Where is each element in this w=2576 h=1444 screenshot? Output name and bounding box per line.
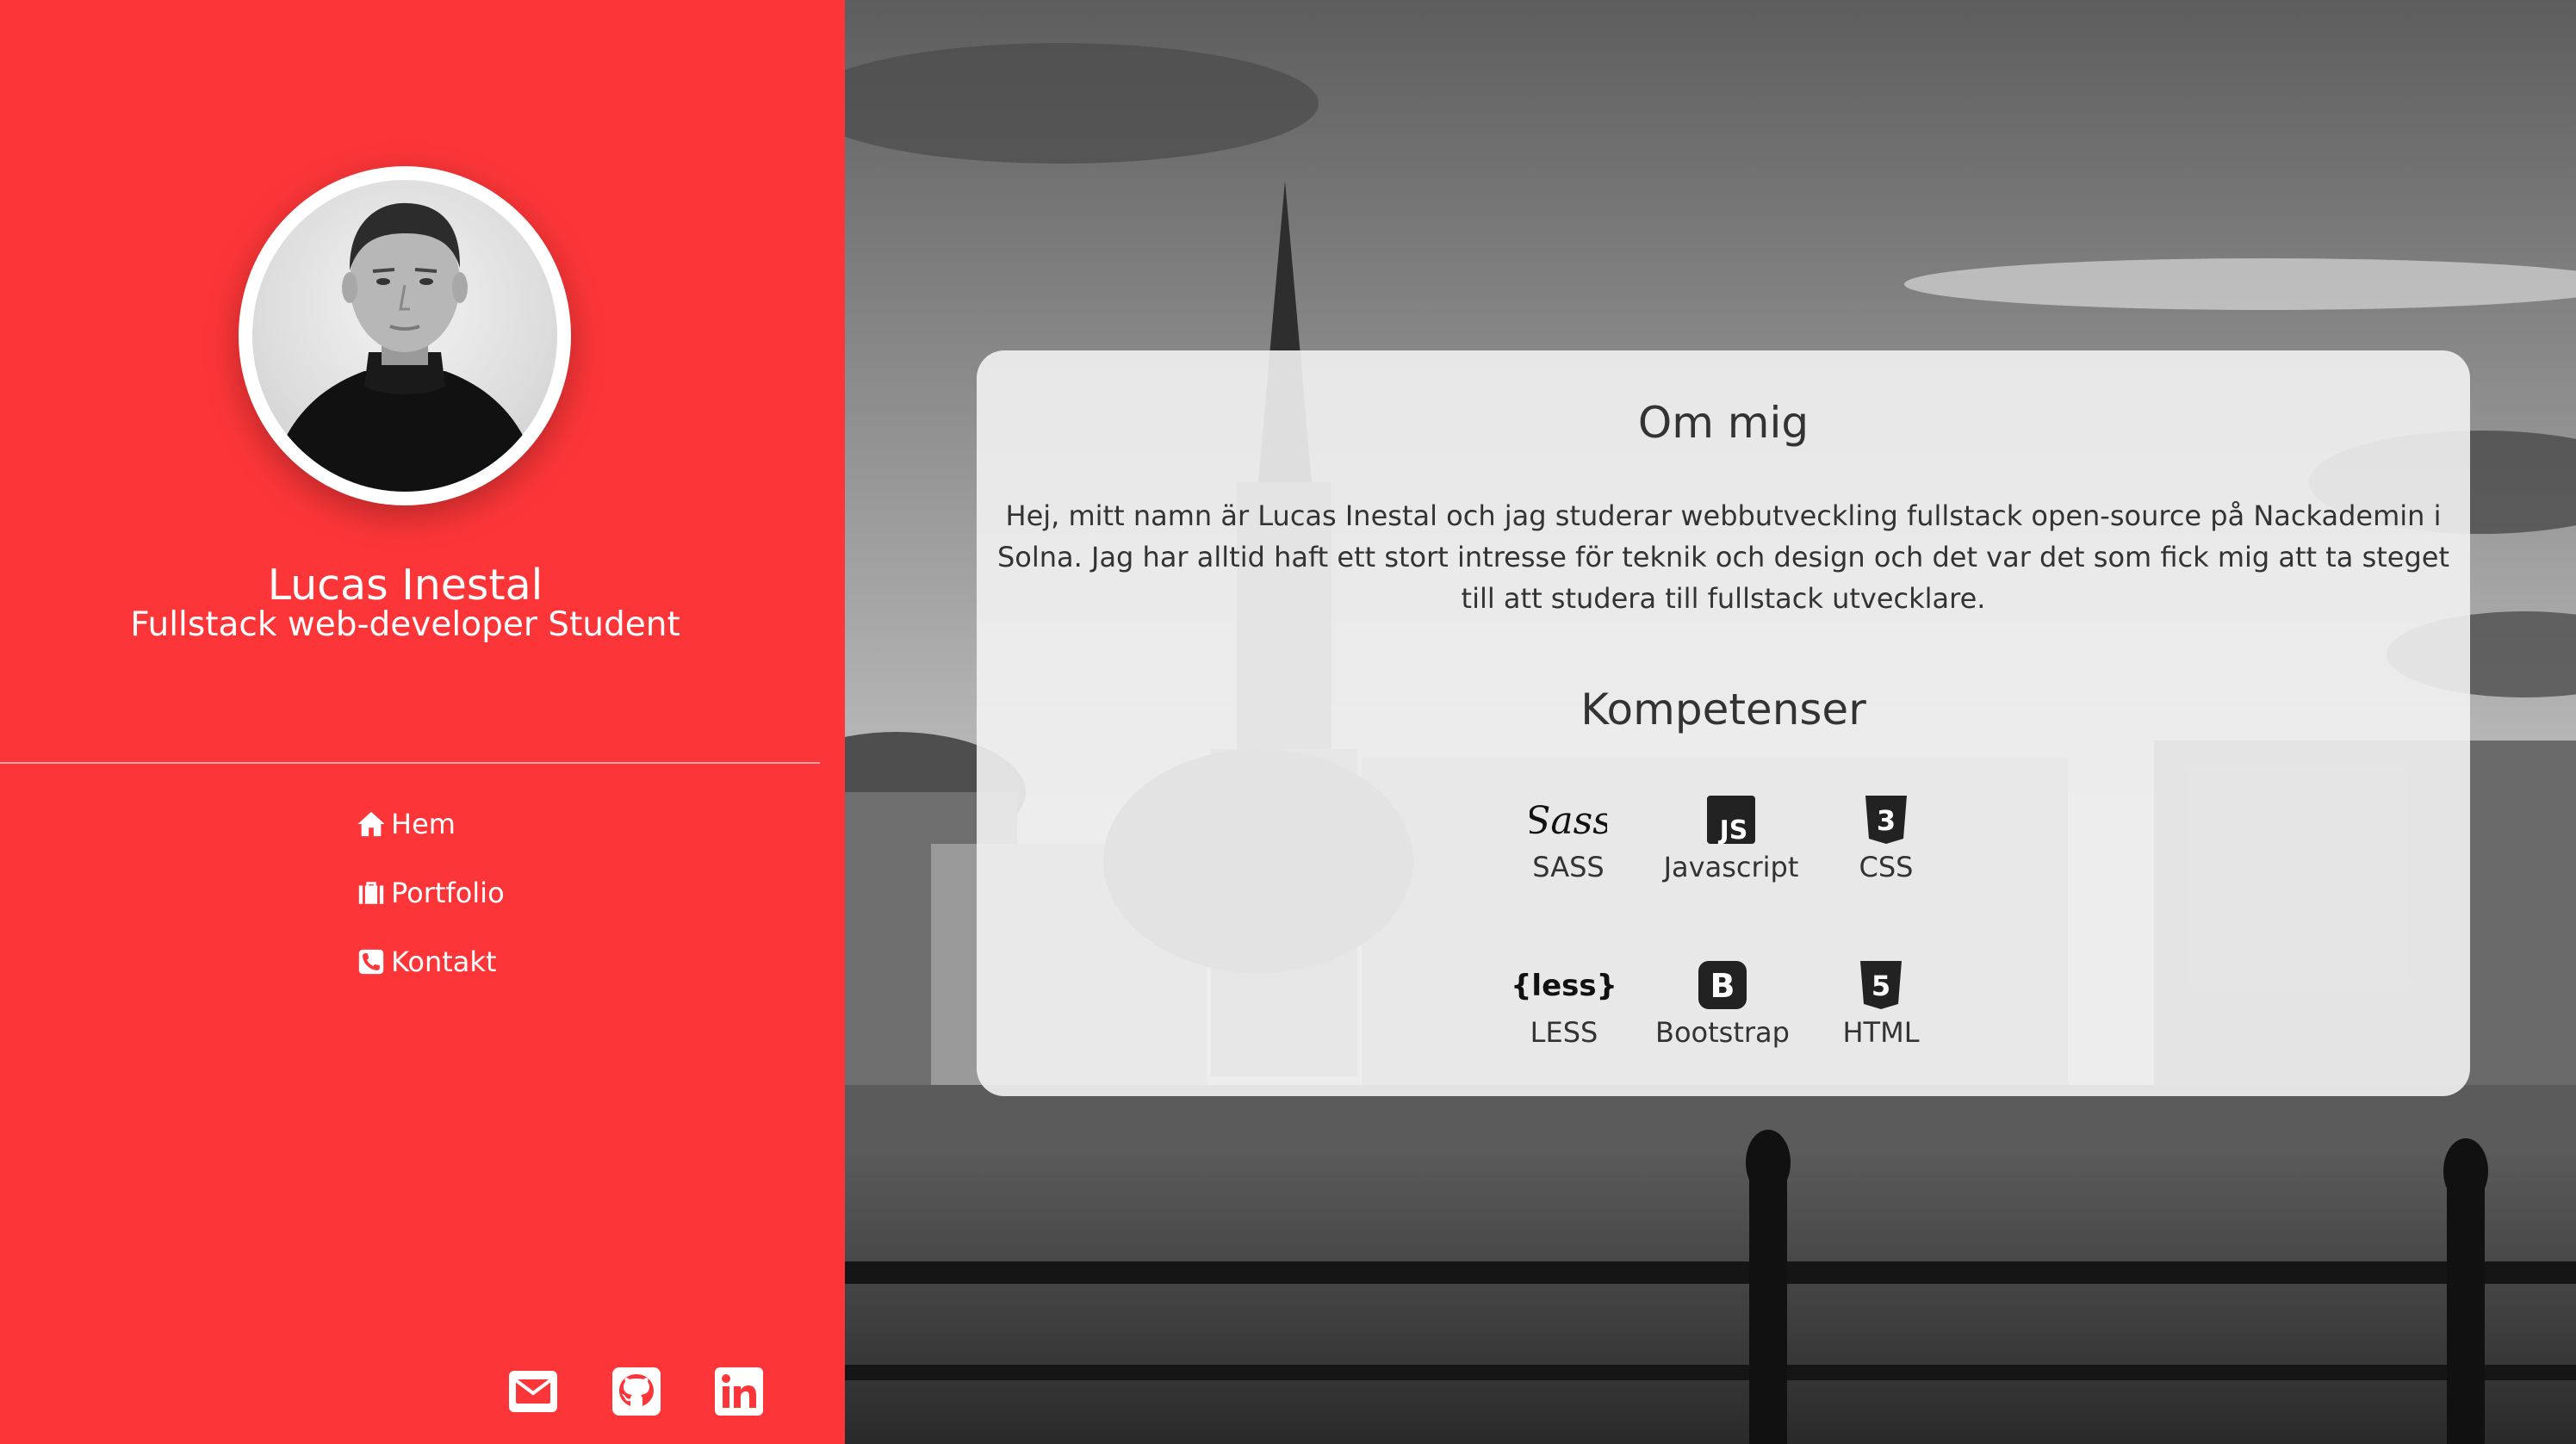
briefcase-icon [358, 882, 384, 904]
skill-css: 3 CSS [1791, 792, 1981, 883]
svg-text:3: 3 [1877, 804, 1896, 837]
sidebar: Lucas Inestal Fullstack web-developer St… [0, 0, 845, 1444]
bootstrap-icon: B [1698, 961, 1747, 1009]
github-icon [612, 1367, 661, 1416]
about-text: Hej, mitt namn är Lucas Inestal och jag … [996, 499, 2450, 615]
main-nav: Hem Portfolio Kontakt [357, 801, 505, 1007]
svg-text:{less}: {less} [1512, 969, 1616, 1003]
less-icon: {less} [1512, 969, 1616, 1003]
svg-text:5: 5 [1871, 970, 1890, 1002]
sidebar-divider [0, 762, 820, 764]
nav-item-label: Kontakt [391, 945, 497, 978]
skill-sass: Sass SASS [1474, 792, 1663, 883]
linkedin-icon [715, 1367, 763, 1416]
envelope-icon [509, 1371, 557, 1412]
html5-icon: 5 [1860, 961, 1902, 1009]
nav-item-label: Portfolio [391, 877, 505, 909]
skill-label: HTML [1842, 1016, 1920, 1049]
nav-item-kontakt[interactable]: Kontakt [357, 939, 505, 985]
skill-html: 5 HTML [1786, 958, 1976, 1049]
phone-icon [358, 949, 384, 975]
svg-text:JS: JS [1718, 815, 1748, 846]
skills-title: Kompetenser [1580, 685, 1866, 734]
nav-item-hem[interactable]: Hem [357, 801, 505, 847]
github-link[interactable] [611, 1366, 662, 1417]
sass-icon: Sass [1530, 799, 1607, 843]
linkedin-link[interactable] [713, 1366, 765, 1417]
profile-photo [252, 180, 557, 492]
svg-text:B: B [1710, 967, 1735, 1005]
js-icon: JS [1707, 796, 1755, 846]
about-title: Om mig [1637, 398, 1809, 448]
avatar [239, 166, 571, 505]
profile-role: Fullstack web-developer Student [130, 605, 680, 644]
css3-icon: 3 [1865, 796, 1907, 844]
nav-item-label: Hem [391, 808, 456, 840]
email-link[interactable] [507, 1366, 559, 1417]
svg-text:Sass: Sass [1530, 799, 1607, 843]
skill-label: CSS [1859, 851, 1914, 883]
home-icon [357, 811, 385, 837]
skill-label: SASS [1532, 851, 1605, 883]
nav-item-portfolio[interactable]: Portfolio [357, 870, 505, 916]
